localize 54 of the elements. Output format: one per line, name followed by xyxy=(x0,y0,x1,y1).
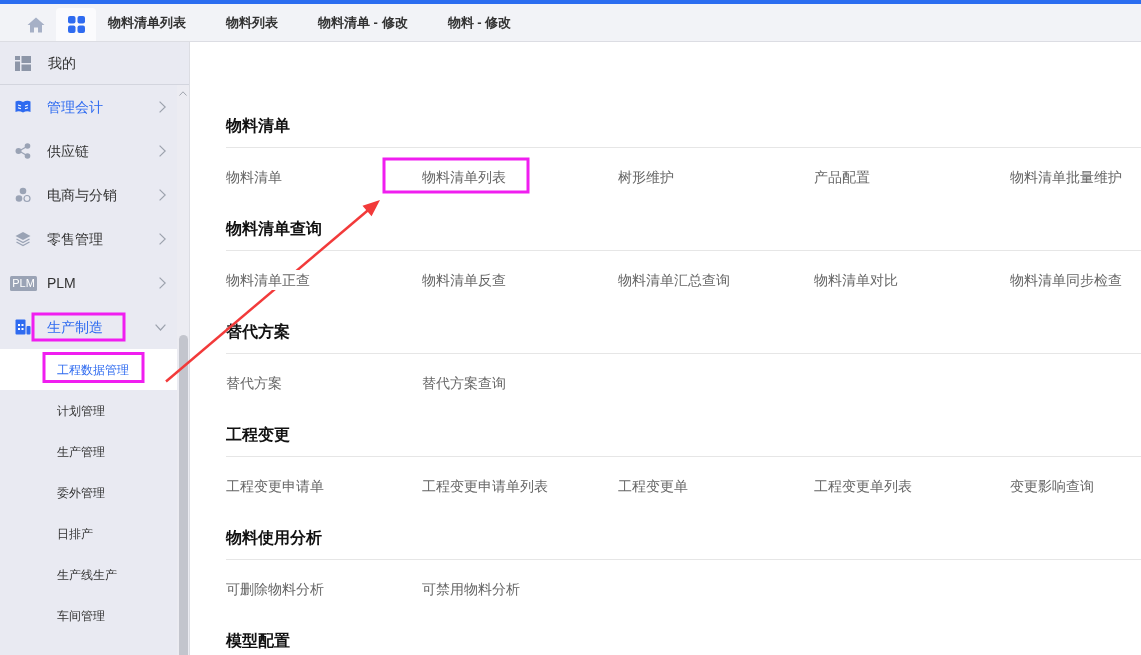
menu-link[interactable]: 物料清单反查 xyxy=(422,270,506,290)
sidebar-subitem[interactable]: 生产线生产 xyxy=(0,554,177,595)
sidebar-item[interactable]: 电商与分销 xyxy=(0,173,177,217)
circles-icon xyxy=(15,187,31,203)
sidebar-subitem[interactable]: 工程数据管理 xyxy=(0,349,177,390)
sidebar-subitem[interactable]: 车间管理 xyxy=(0,595,177,636)
sidebar-subitem[interactable]: 委外管理 xyxy=(0,472,177,513)
section-title: 物料清单查询 xyxy=(226,219,322,239)
tab[interactable]: 物料清单 - 修改 xyxy=(306,4,420,41)
menu-link[interactable]: 物料清单批量维护 xyxy=(1010,167,1122,187)
menu-link[interactable]: 替代方案 xyxy=(226,373,282,393)
sidebar-subitem[interactable]: 日排产 xyxy=(0,513,177,554)
plm-icon: PLM xyxy=(9,275,37,291)
sidebar-item[interactable]: 零售管理 xyxy=(0,217,177,261)
sidebar-item[interactable]: 生产制造 xyxy=(0,305,177,349)
menu-link[interactable]: 工程变更申请单列表 xyxy=(422,476,548,496)
sidebar-item[interactable]: PLM PLM xyxy=(0,261,177,305)
sidebar-subitem[interactable]: 生产管理 xyxy=(0,431,177,472)
menu-link[interactable]: 物料清单对比 xyxy=(814,270,898,290)
grid-icon xyxy=(67,16,85,33)
menu-link[interactable]: 工程变更单列表 xyxy=(814,476,912,496)
sidebar-item[interactable]: 供应链 xyxy=(0,129,177,173)
layers-icon xyxy=(15,231,31,247)
menu-link[interactable]: 物料清单同步检查 xyxy=(1010,270,1122,290)
menu-link[interactable]: 替代方案查询 xyxy=(422,373,506,393)
menu-link[interactable]: 物料清单汇总查询 xyxy=(618,270,730,290)
sidebar-subitem[interactable]: 计划管理 xyxy=(0,390,177,431)
section-title: 物料清单 xyxy=(226,116,290,136)
tab[interactable]: 物料清单列表 xyxy=(96,4,198,41)
menu-link[interactable]: 物料清单 xyxy=(226,167,282,187)
scrollbar-thumb[interactable] xyxy=(178,335,188,655)
section-title: 模型配置 xyxy=(226,631,290,651)
apps-button[interactable] xyxy=(56,8,96,41)
section-title: 工程变更 xyxy=(226,425,290,445)
sidebar-item[interactable]: 管理会计 xyxy=(0,85,177,129)
share-icon xyxy=(15,143,31,159)
home-icon xyxy=(27,16,45,33)
menu-link[interactable]: 可禁用物料分析 xyxy=(422,579,520,599)
sidebar-item[interactable]: 我的 xyxy=(0,42,189,85)
menu-link[interactable]: 物料清单正查 xyxy=(226,270,310,290)
menu-link[interactable]: 变更影响查询 xyxy=(1010,476,1094,496)
book-icon xyxy=(15,99,31,115)
menu-link[interactable]: 产品配置 xyxy=(814,167,870,187)
tab[interactable]: 物料列表 xyxy=(214,4,290,41)
building-icon xyxy=(15,319,31,335)
tab[interactable]: 物料 - 修改 xyxy=(435,4,524,41)
menu-link[interactable]: 物料清单列表 xyxy=(422,167,506,187)
menu-link[interactable]: 树形维护 xyxy=(618,167,674,187)
menu-link[interactable]: 可删除物料分析 xyxy=(226,579,324,599)
section-title: 物料使用分析 xyxy=(226,528,322,548)
scroll-up-icon xyxy=(179,91,187,96)
dashboard-icon xyxy=(15,55,31,71)
menu-link[interactable]: 工程变更申请单 xyxy=(226,476,324,496)
menu-link[interactable]: 工程变更单 xyxy=(618,476,688,496)
